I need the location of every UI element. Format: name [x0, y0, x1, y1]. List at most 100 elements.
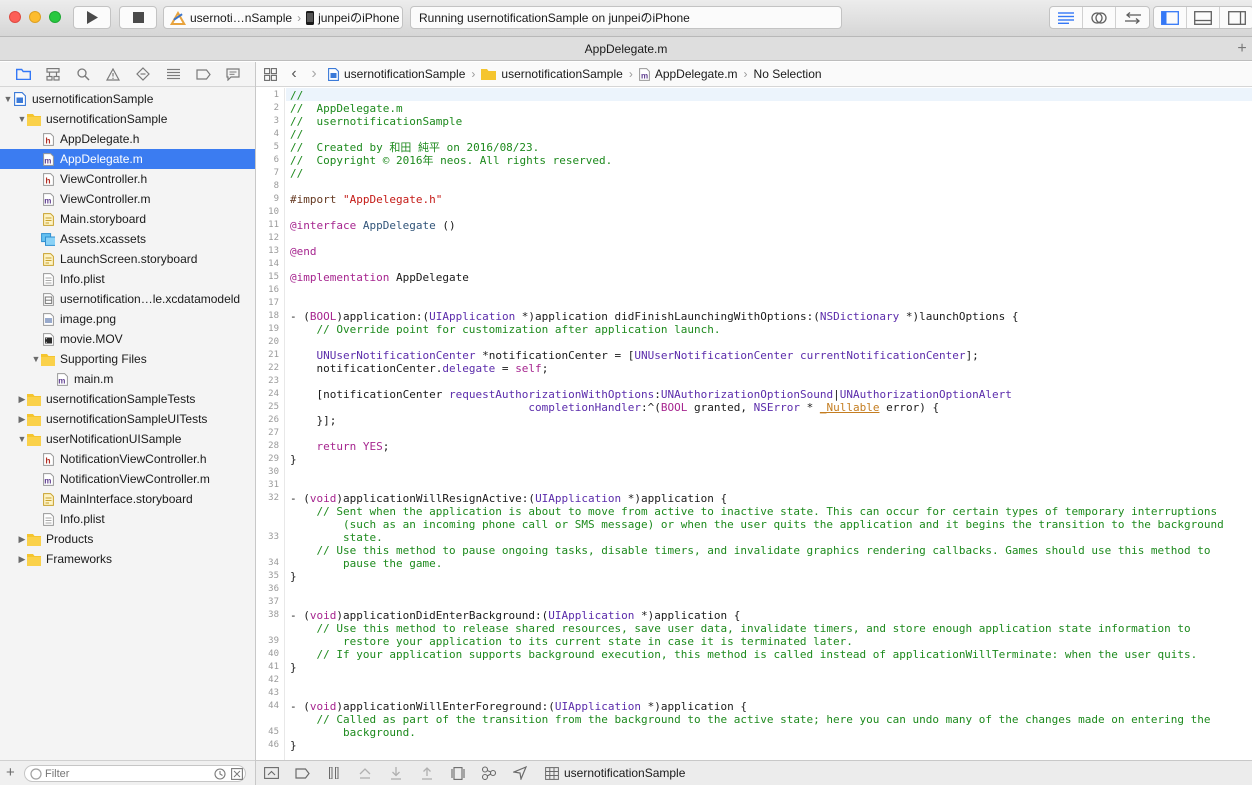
tree-group-row[interactable]: ▶ Frameworks: [0, 549, 255, 569]
new-tab-button[interactable]: +: [1232, 37, 1252, 61]
tab-appdelegate-m[interactable]: AppDelegate.m: [585, 42, 668, 56]
close-window-button[interactable]: [9, 11, 21, 23]
view-debugger-button[interactable]: [442, 761, 473, 785]
step-out-button[interactable]: [411, 761, 442, 785]
code-line: }: [290, 570, 297, 583]
debug-navigator-tab[interactable]: [158, 62, 188, 87]
line-number: 32: [268, 493, 279, 503]
breadcrumb-file[interactable]: AppDelegate.m: [655, 67, 738, 81]
code-line: background.: [290, 726, 416, 739]
code-line: }: [290, 661, 297, 674]
navigator-tab-bar: [0, 62, 255, 87]
tree-file-row[interactable]: m ViewController.m: [0, 189, 255, 209]
project-navigator-tab[interactable]: [8, 62, 38, 87]
breadcrumb-group[interactable]: usernotificationSample: [501, 67, 622, 81]
issue-navigator-tab[interactable]: [98, 62, 128, 87]
tree-file-row[interactable]: Assets.xcassets: [0, 229, 255, 249]
breakpoints-toggle-button[interactable]: [287, 761, 318, 785]
tree-group-row[interactable]: ▼ Supporting Files: [0, 349, 255, 369]
scheme-selector[interactable]: usernoti…nSample › junpeiのiPhone: [163, 6, 403, 29]
m-file-icon: m: [638, 67, 650, 81]
code-token: restore your application to its current …: [290, 635, 853, 648]
code-token: UNAuthorizationOptionSound: [660, 388, 834, 401]
line-number-gutter[interactable]: 1 2 3 4 5 6 7 8 9 10 11 12 13 14 15 16 17 18 19 20 21 22 23 24 2…: [256, 88, 285, 760]
breadcrumb-chevron-icon: ›: [743, 67, 748, 81]
tree-group-row[interactable]: ▼ userNotificationUISample: [0, 429, 255, 449]
disclosure-open-icon[interactable]: ▼: [17, 434, 27, 444]
tree-file-row[interactable]: m main.m: [0, 369, 255, 389]
toggle-utilities-button[interactable]: [1220, 7, 1252, 28]
breakpoint-navigator-tab[interactable]: [188, 62, 218, 87]
tree-item-label: usernotificationSampleUITests: [46, 412, 208, 426]
disclosure-open-icon[interactable]: ▼: [3, 94, 13, 104]
tree-group-row[interactable]: ▼ usernotificationSample: [0, 109, 255, 129]
tree-file-row[interactable]: movie.MOV: [0, 329, 255, 349]
assistant-editor-button[interactable]: [1083, 7, 1116, 28]
tree-group-row[interactable]: ▶ usernotificationSampleUITests: [0, 409, 255, 429]
tree-file-row[interactable]: MainInterface.storyboard: [0, 489, 255, 509]
back-arrow-icon[interactable]: ‹: [284, 65, 304, 83]
test-navigator-tab[interactable]: [128, 62, 158, 87]
tree-group-row[interactable]: ▶ usernotificationSampleTests: [0, 389, 255, 409]
zoom-window-button[interactable]: [49, 11, 61, 23]
toggle-navigator-button[interactable]: [1154, 7, 1187, 28]
navigator-filter-bar: +: [0, 760, 255, 785]
source-control-filter-icon[interactable]: [231, 768, 243, 780]
disclosure-closed-icon[interactable]: ▶: [17, 554, 27, 565]
code-token: BOOL: [660, 401, 688, 414]
code-line: // Use this method to release shared res…: [290, 622, 1190, 635]
version-editor-button[interactable]: [1116, 7, 1149, 28]
symbol-navigator-tab[interactable]: [38, 62, 68, 87]
report-navigator-tab[interactable]: [218, 62, 248, 87]
step-over-button[interactable]: [349, 761, 380, 785]
add-file-icon[interactable]: +: [6, 764, 15, 781]
disclosure-open-icon[interactable]: ▼: [31, 354, 41, 364]
tree-group-row[interactable]: ▶ Products: [0, 529, 255, 549]
breadcrumb-symbol[interactable]: No Selection: [754, 67, 822, 81]
toggle-debug-area-button[interactable]: [1187, 7, 1220, 28]
tree-file-row[interactable]: usernotification…le.xcdatamodeld: [0, 289, 255, 309]
standard-editor-button[interactable]: [1050, 7, 1083, 28]
memory-graph-button[interactable]: [473, 761, 504, 785]
line-number: 26: [268, 415, 279, 425]
line-number: 18: [268, 311, 279, 321]
related-items-button[interactable]: [256, 67, 284, 81]
tree-item-label: Assets.xcassets: [60, 232, 147, 246]
step-over-icon: [359, 768, 370, 779]
find-navigator-tab[interactable]: [68, 62, 98, 87]
tree-file-row[interactable]: m NotificationViewController.m: [0, 469, 255, 489]
disclosure-closed-icon[interactable]: ▶: [17, 394, 27, 405]
source-editor[interactable]: //// AppDelegate.m// usernotificationSam…: [286, 88, 1252, 760]
tree-file-row[interactable]: Info.plist: [0, 269, 255, 289]
line-number: 12: [268, 233, 279, 243]
disclosure-closed-icon[interactable]: ▶: [17, 534, 27, 545]
minimize-window-button[interactable]: [29, 11, 41, 23]
tree-group-row[interactable]: ▼ usernotificationSample: [0, 89, 255, 109]
stop-button[interactable]: [119, 6, 157, 29]
tree-item-label: usernotificationSample: [32, 92, 154, 106]
tree-file-row[interactable]: LaunchScreen.storyboard: [0, 249, 255, 269]
svg-text:m: m: [44, 156, 51, 165]
disclosure-open-icon[interactable]: ▼: [17, 114, 27, 124]
breadcrumb-project[interactable]: usernotificationSample: [344, 67, 465, 81]
navigator-filter-input[interactable]: [24, 765, 246, 782]
pause-button[interactable]: [318, 761, 349, 785]
tree-file-row[interactable]: Info.plist: [0, 509, 255, 529]
tree-file-row[interactable]: image.png: [0, 309, 255, 329]
simulate-location-button[interactable]: [504, 761, 535, 785]
tree-file-row[interactable]: h NotificationViewController.h: [0, 449, 255, 469]
line-number: 3: [273, 116, 279, 126]
disclosure-closed-icon[interactable]: ▶: [17, 414, 27, 425]
recent-files-clock-icon[interactable]: [214, 768, 226, 780]
tree-file-row[interactable]: m AppDelegate.m: [0, 149, 255, 169]
location-arrow-icon: [512, 766, 527, 780]
m-icon: m: [55, 372, 69, 386]
hide-debug-area-button[interactable]: [256, 761, 287, 785]
forward-arrow-icon[interactable]: ›: [304, 65, 324, 83]
step-into-button[interactable]: [380, 761, 411, 785]
debug-target[interactable]: usernotificationSample: [545, 766, 685, 780]
tree-file-row[interactable]: h ViewController.h: [0, 169, 255, 189]
tree-file-row[interactable]: h AppDelegate.h: [0, 129, 255, 149]
tree-file-row[interactable]: Main.storyboard: [0, 209, 255, 229]
run-button[interactable]: [73, 6, 111, 29]
